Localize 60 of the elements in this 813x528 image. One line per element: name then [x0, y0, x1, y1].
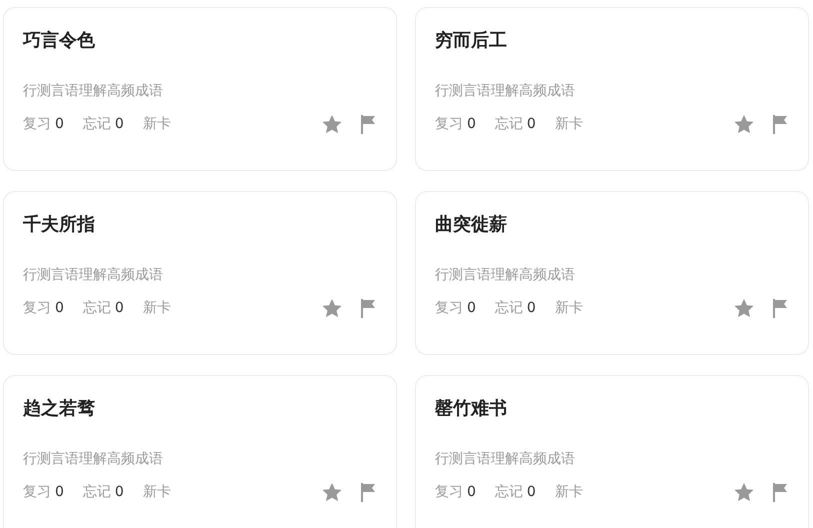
review-count: 0: [55, 300, 64, 316]
forget-label: 忘记: [494, 299, 523, 317]
card-subtitle: 行测言语理解高频成语: [23, 82, 163, 101]
card-status: 新卡: [142, 299, 171, 317]
star-icon[interactable]: [322, 298, 342, 318]
star-icon[interactable]: [734, 482, 754, 502]
flag-icon[interactable]: [772, 482, 788, 502]
card-subtitle: 行测言语理解高频成语: [435, 450, 575, 469]
flag-icon[interactable]: [360, 114, 376, 134]
forget-count: 0: [526, 300, 536, 316]
review-label: 复习: [23, 115, 51, 133]
forget-label: 忘记: [494, 483, 523, 501]
card-status: 新卡: [142, 115, 171, 133]
card[interactable]: 罄竹难书 行测言语理解高频成语 复习 0 忘记 0 新卡: [415, 375, 809, 528]
forget-count: 0: [526, 116, 536, 132]
forget-count: 0: [526, 484, 536, 500]
card-title: 趋之若骛: [23, 397, 95, 421]
card-status: 新卡: [554, 483, 583, 501]
flag-icon[interactable]: [772, 298, 788, 318]
forget-count: 0: [114, 300, 124, 316]
card-title: 罄竹难书: [435, 397, 507, 421]
card-status: 新卡: [554, 115, 583, 133]
card-status: 新卡: [142, 483, 171, 501]
card-status: 新卡: [554, 299, 583, 317]
card-subtitle: 行测言语理解高频成语: [435, 266, 575, 285]
card-subtitle: 行测言语理解高频成语: [435, 82, 575, 101]
review-label: 复习: [435, 299, 463, 317]
review-count: 0: [467, 116, 476, 132]
forget-label: 忘记: [494, 115, 523, 133]
review-count: 0: [467, 484, 476, 500]
review-label: 复习: [23, 299, 51, 317]
card[interactable]: 巧言令色 行测言语理解高频成语 复习 0 忘记 0 新卡: [3, 7, 397, 171]
card-title: 曲突徙薪: [435, 213, 507, 237]
star-icon[interactable]: [734, 114, 754, 134]
card[interactable]: 千夫所指 行测言语理解高频成语 复习 0 忘记 0 新卡: [3, 191, 397, 355]
star-icon[interactable]: [322, 482, 342, 502]
star-icon[interactable]: [734, 298, 754, 318]
review-count: 0: [55, 484, 64, 500]
card-subtitle: 行测言语理解高频成语: [23, 266, 163, 285]
forget-label: 忘记: [82, 115, 111, 133]
forget-count: 0: [114, 116, 124, 132]
flag-icon[interactable]: [360, 298, 376, 318]
forget-label: 忘记: [82, 483, 111, 501]
card[interactable]: 曲突徙薪 行测言语理解高频成语 复习 0 忘记 0 新卡: [415, 191, 809, 355]
review-label: 复习: [23, 483, 51, 501]
card[interactable]: 趋之若骛 行测言语理解高频成语 复习 0 忘记 0 新卡: [3, 375, 397, 528]
card-title: 千夫所指: [23, 213, 95, 237]
card-title: 巧言令色: [23, 29, 95, 53]
review-label: 复习: [435, 483, 463, 501]
card-subtitle: 行测言语理解高频成语: [23, 450, 163, 469]
review-count: 0: [55, 116, 64, 132]
card-title: 穷而后工: [435, 29, 507, 53]
forget-count: 0: [114, 484, 124, 500]
star-icon[interactable]: [322, 114, 342, 134]
flag-icon[interactable]: [360, 482, 376, 502]
flag-icon[interactable]: [772, 114, 788, 134]
review-label: 复习: [435, 115, 463, 133]
forget-label: 忘记: [82, 299, 111, 317]
card[interactable]: 穷而后工 行测言语理解高频成语 复习 0 忘记 0 新卡: [415, 7, 809, 171]
review-count: 0: [467, 300, 476, 316]
